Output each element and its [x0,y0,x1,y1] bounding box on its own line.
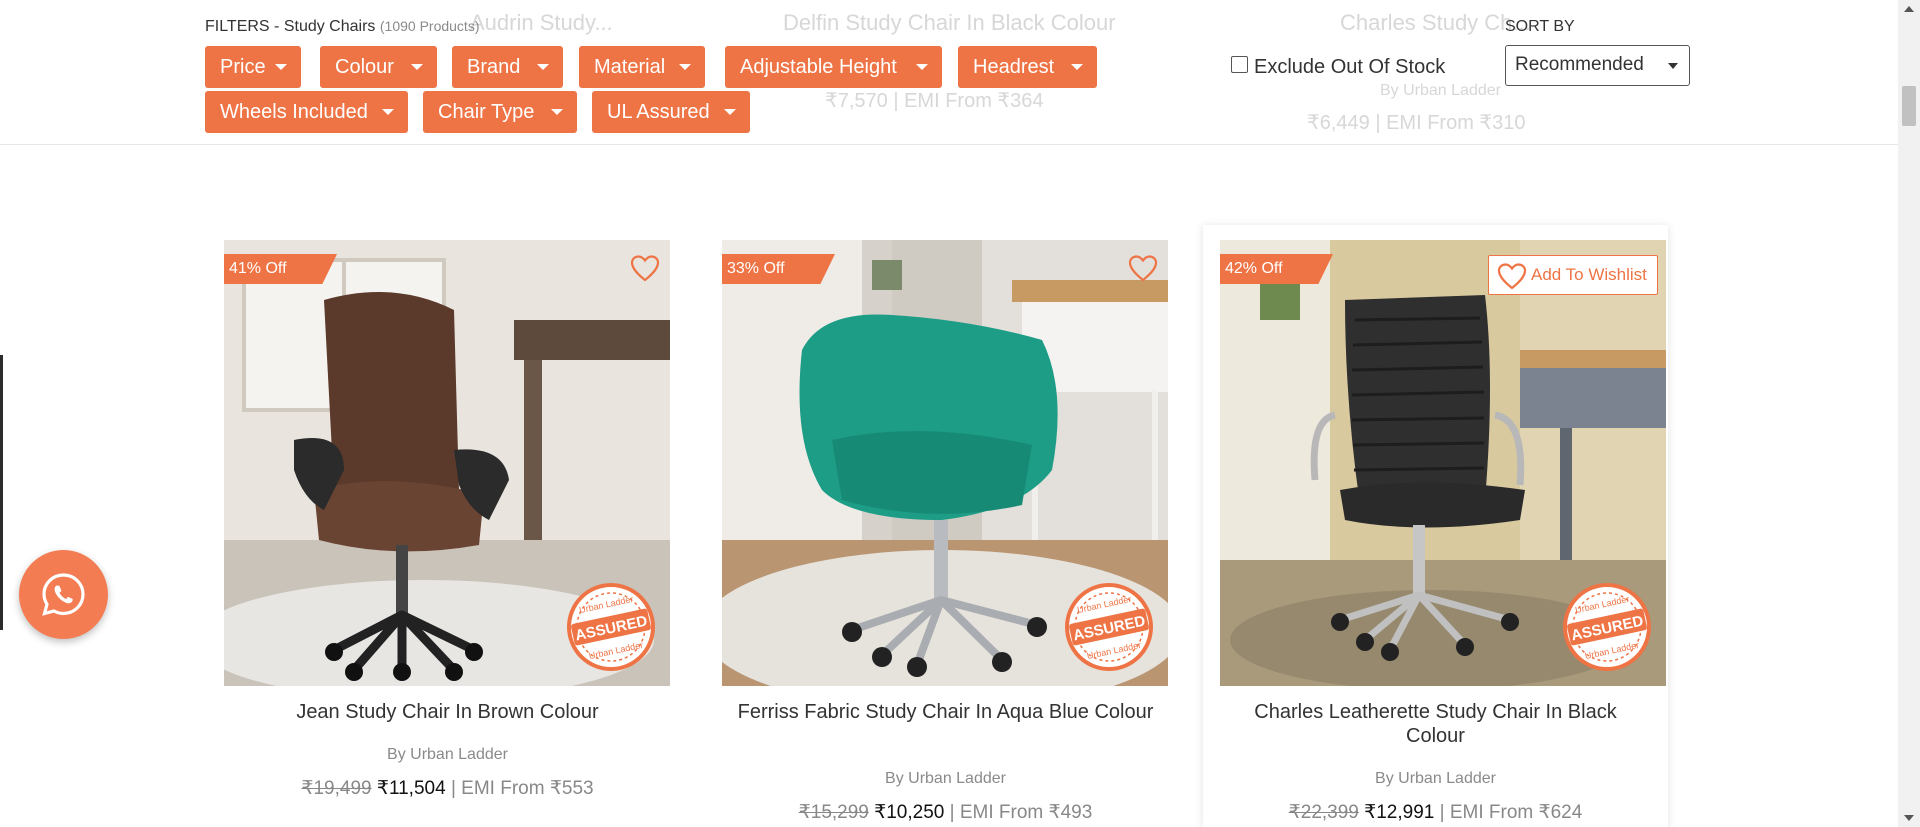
ghost-price-1: ₹7,570 | EMI From ₹364 [825,90,1044,112]
ghost-title-3: Charles Study Ch... [1340,10,1531,35]
filter-chip-chair-type[interactable]: Chair Type [423,91,577,133]
exclude-out-of-stock[interactable]: Exclude Out Of Stock [1231,56,1445,79]
product-price: ₹19,499 ₹11,504 | EMI From ₹553 [215,777,680,800]
ghost-price-3: ₹6,449 | EMI From ₹310 [1307,112,1526,134]
heart-icon[interactable] [1128,254,1158,282]
product-sale-price: ₹12,991 [1364,802,1435,823]
product-image[interactable]: 42% Off Add To Wishlist ASSURED Urban La… [1220,240,1666,686]
product-emi: | EMI From ₹553 [450,778,594,799]
caret-down-icon [411,64,423,70]
product-sale-price: ₹11,504 [376,778,446,799]
discount-ribbon: 41% Off [224,254,337,284]
filter-chip-headrest[interactable]: Headrest [958,46,1097,88]
caret-down-icon [916,64,928,70]
filter-chip-price[interactable]: Price [205,46,301,88]
ghost-title-2: Delfin Study Chair In Black Colour [783,10,1116,35]
filter-chip-label: Adjustable Height [740,56,897,78]
exclude-out-of-stock-label: Exclude Out Of Stock [1254,56,1446,78]
product-image[interactable]: 33% Off ASSURED Urban Ladder Urban Ladde… [722,240,1168,686]
caret-down-icon [537,64,549,70]
filter-chip-label: Chair Type [438,101,535,123]
filters-title: FILTERS - Study Chairs (1090 Products) [205,18,479,36]
product-title[interactable]: Ferriss Fabric Study Chair In Aqua Blue … [733,700,1158,724]
heart-icon[interactable] [630,254,660,282]
product-card-ferriss[interactable]: 33% Off ASSURED Urban Ladder Urban Ladde… [713,225,1178,827]
caret-down-icon [382,109,394,115]
sort-selected-value: Recommended [1515,54,1644,75]
filter-chip-label: Brand [467,56,521,78]
discount-ribbon: 42% Off [1220,254,1333,284]
sort-by-label: SORT BY [1505,18,1575,35]
product-price: ₹22,399 ₹12,991 | EMI From ₹624 [1203,801,1668,824]
filters-label: FILTERS - Study Chairs [205,18,376,35]
filter-chip-adjustable-height[interactable]: Adjustable Height [725,46,942,88]
product-mrp: ₹15,299 [798,802,869,823]
product-card-jean[interactable]: 41% Off ASSURED Urban Ladder Urban Ladde… [215,225,680,827]
filter-bar: Audrin Study... Delfin Study Chair In Bl… [0,0,1898,145]
product-card-charles[interactable]: 42% Off Add To Wishlist ASSURED Urban La… [1203,225,1668,827]
caret-down-icon [275,64,287,70]
filter-chip-material[interactable]: Material [579,46,705,88]
ghost-brand-3: By Urban Ladder [1380,82,1501,99]
product-sale-price: ₹10,250 [874,802,945,823]
add-to-wishlist-label: Add To Wishlist [1531,265,1647,284]
filter-chip-wheels-included[interactable]: Wheels Included [205,91,408,133]
product-mrp: ₹22,399 [1288,802,1359,823]
filter-chip-label: UL Assured [607,101,710,123]
urban-ladder-assured-badge: ASSURED Urban Ladder Urban Ladder [567,583,655,671]
whatsapp-icon [42,573,85,616]
heart-icon [1497,263,1527,290]
filter-chip-label: Price [220,56,266,78]
filter-chip-colour[interactable]: Colour [320,46,437,88]
add-to-wishlist-button[interactable]: Add To Wishlist [1488,255,1658,295]
product-title[interactable]: Charles Leatherette Study Chair In Black… [1223,700,1648,748]
product-title[interactable]: Jean Study Chair In Brown Colour [235,700,660,724]
product-count: (1090 Products) [379,18,480,34]
filter-chip-brand[interactable]: Brand [452,46,563,88]
caret-down-icon [1668,63,1678,69]
scrollbar-thumb[interactable] [1902,86,1916,126]
caret-down-icon [551,109,563,115]
urban-ladder-assured-badge: ASSURED Urban Ladder Urban Ladder [1563,583,1651,671]
filter-chip-label: Colour [335,56,394,78]
filter-chip-ul-assured[interactable]: UL Assured [592,91,750,133]
caret-down-icon [679,64,691,70]
filter-chip-label: Wheels Included [220,101,368,123]
scroll-up-icon[interactable] [1904,6,1914,12]
scrollbar[interactable] [1898,0,1920,827]
checkbox-icon[interactable] [1231,56,1248,73]
urban-ladder-assured-badge: ASSURED Urban Ladder Urban Ladder [1065,583,1153,671]
filter-chip-label: Headrest [973,56,1055,78]
whatsapp-button[interactable] [19,550,108,639]
product-brand: By Urban Ladder [1375,770,1496,787]
filter-chip-label: Material [594,56,666,78]
product-emi: | EMI From ₹624 [1439,802,1583,823]
scroll-down-icon[interactable] [1904,815,1914,821]
product-mrp: ₹19,499 [301,778,372,799]
product-emi: | EMI From ₹493 [949,802,1093,823]
caret-down-icon [1071,64,1083,70]
product-brand: By Urban Ladder [885,770,1006,787]
discount-ribbon: 33% Off [722,254,835,284]
product-price: ₹15,299 ₹10,250 | EMI From ₹493 [713,801,1178,824]
product-image[interactable]: 41% Off ASSURED Urban Ladder Urban Ladde… [224,240,670,686]
caret-down-icon [724,109,736,115]
product-brand: By Urban Ladder [387,746,508,763]
ghost-title-1: Audrin Study... [470,10,613,35]
left-edge-strip [0,355,3,630]
sort-select[interactable]: Recommended [1505,45,1690,86]
